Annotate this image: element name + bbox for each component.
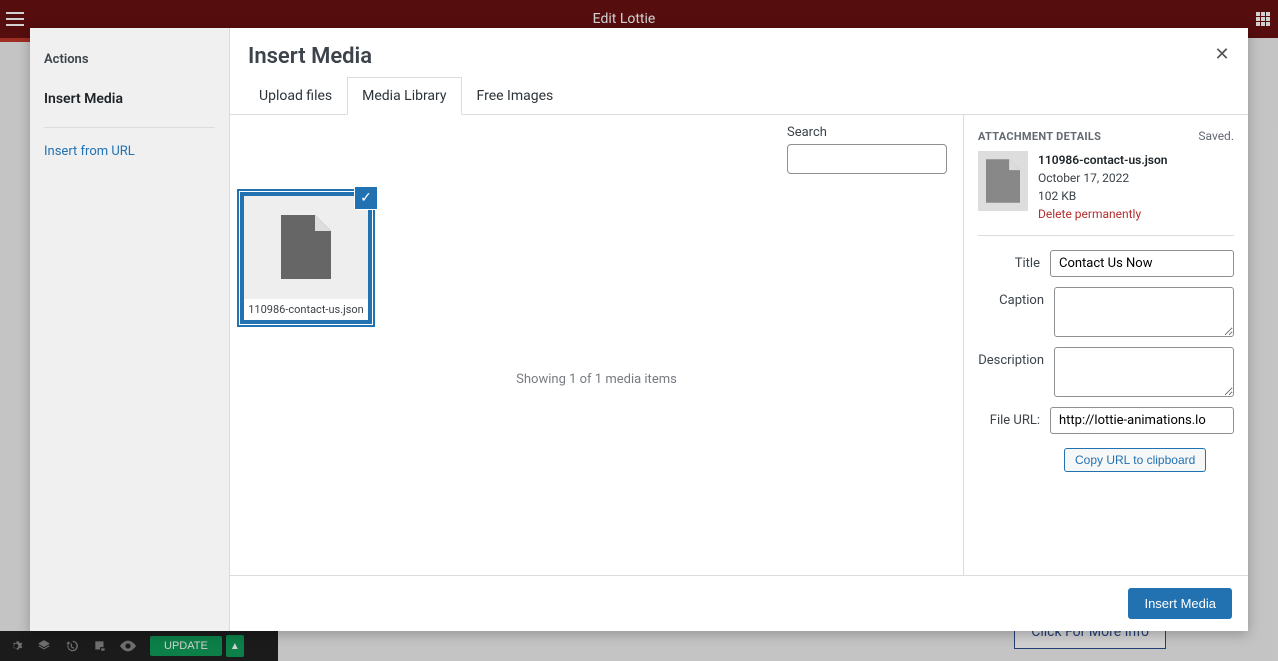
modal-title: Insert Media <box>230 28 1248 77</box>
copy-url-button[interactable]: Copy URL to clipboard <box>1064 448 1206 472</box>
title-input[interactable] <box>1050 250 1234 277</box>
sidebar-item-insert-media[interactable]: Insert Media <box>44 81 215 117</box>
title-label: Title <box>978 250 1050 271</box>
file-icon <box>281 215 331 279</box>
tab-free-images[interactable]: Free Images <box>462 77 569 115</box>
delete-permanently-link[interactable]: Delete permanently <box>1038 205 1167 223</box>
sidebar-separator <box>44 127 215 128</box>
tab-upload-files[interactable]: Upload files <box>244 77 347 115</box>
details-separator <box>978 235 1234 236</box>
close-icon[interactable]: ✕ <box>1210 42 1234 66</box>
sidebar-heading: Actions <box>44 52 215 67</box>
fileurl-label: File URL: <box>978 407 1050 428</box>
insert-media-modal: Actions Insert Media Insert from URL Ins… <box>30 28 1248 631</box>
details-file-icon <box>978 151 1028 211</box>
check-icon[interactable]: ✓ <box>354 186 378 210</box>
caption-input[interactable] <box>1054 287 1234 337</box>
details-filename: 110986-contact-us.json <box>1038 151 1167 169</box>
attachment-details-panel: ATTACHMENT DETAILS Saved. 110986-contact… <box>964 115 1248 575</box>
modal-sidebar: Actions Insert Media Insert from URL <box>30 28 230 631</box>
search-input[interactable] <box>787 144 947 174</box>
modal-footer: Insert Media <box>230 575 1248 631</box>
fileurl-input[interactable] <box>1050 407 1234 434</box>
media-tabs: Upload files Media Library Free Images <box>230 77 1248 115</box>
modal-main: Insert Media ✕ Upload files Media Librar… <box>230 28 1248 631</box>
media-gallery: Search <box>230 115 964 575</box>
description-label: Description <box>978 347 1054 368</box>
description-input[interactable] <box>1054 347 1234 397</box>
details-size: 102 KB <box>1038 187 1167 205</box>
media-thumb[interactable]: 110986-contact-us.json ✓ <box>240 192 372 324</box>
results-count: Showing 1 of 1 media items <box>230 372 963 387</box>
saved-status: Saved. <box>1198 129 1234 143</box>
thumb-filename: 110986-contact-us.json <box>244 299 368 320</box>
insert-media-button[interactable]: Insert Media <box>1128 588 1232 619</box>
details-date: October 17, 2022 <box>1038 169 1167 187</box>
details-heading: ATTACHMENT DETAILS <box>978 130 1101 143</box>
sidebar-item-insert-url[interactable]: Insert from URL <box>44 138 215 165</box>
caption-label: Caption <box>978 287 1054 308</box>
search-label: Search <box>787 125 947 140</box>
tab-media-library[interactable]: Media Library <box>347 77 461 115</box>
